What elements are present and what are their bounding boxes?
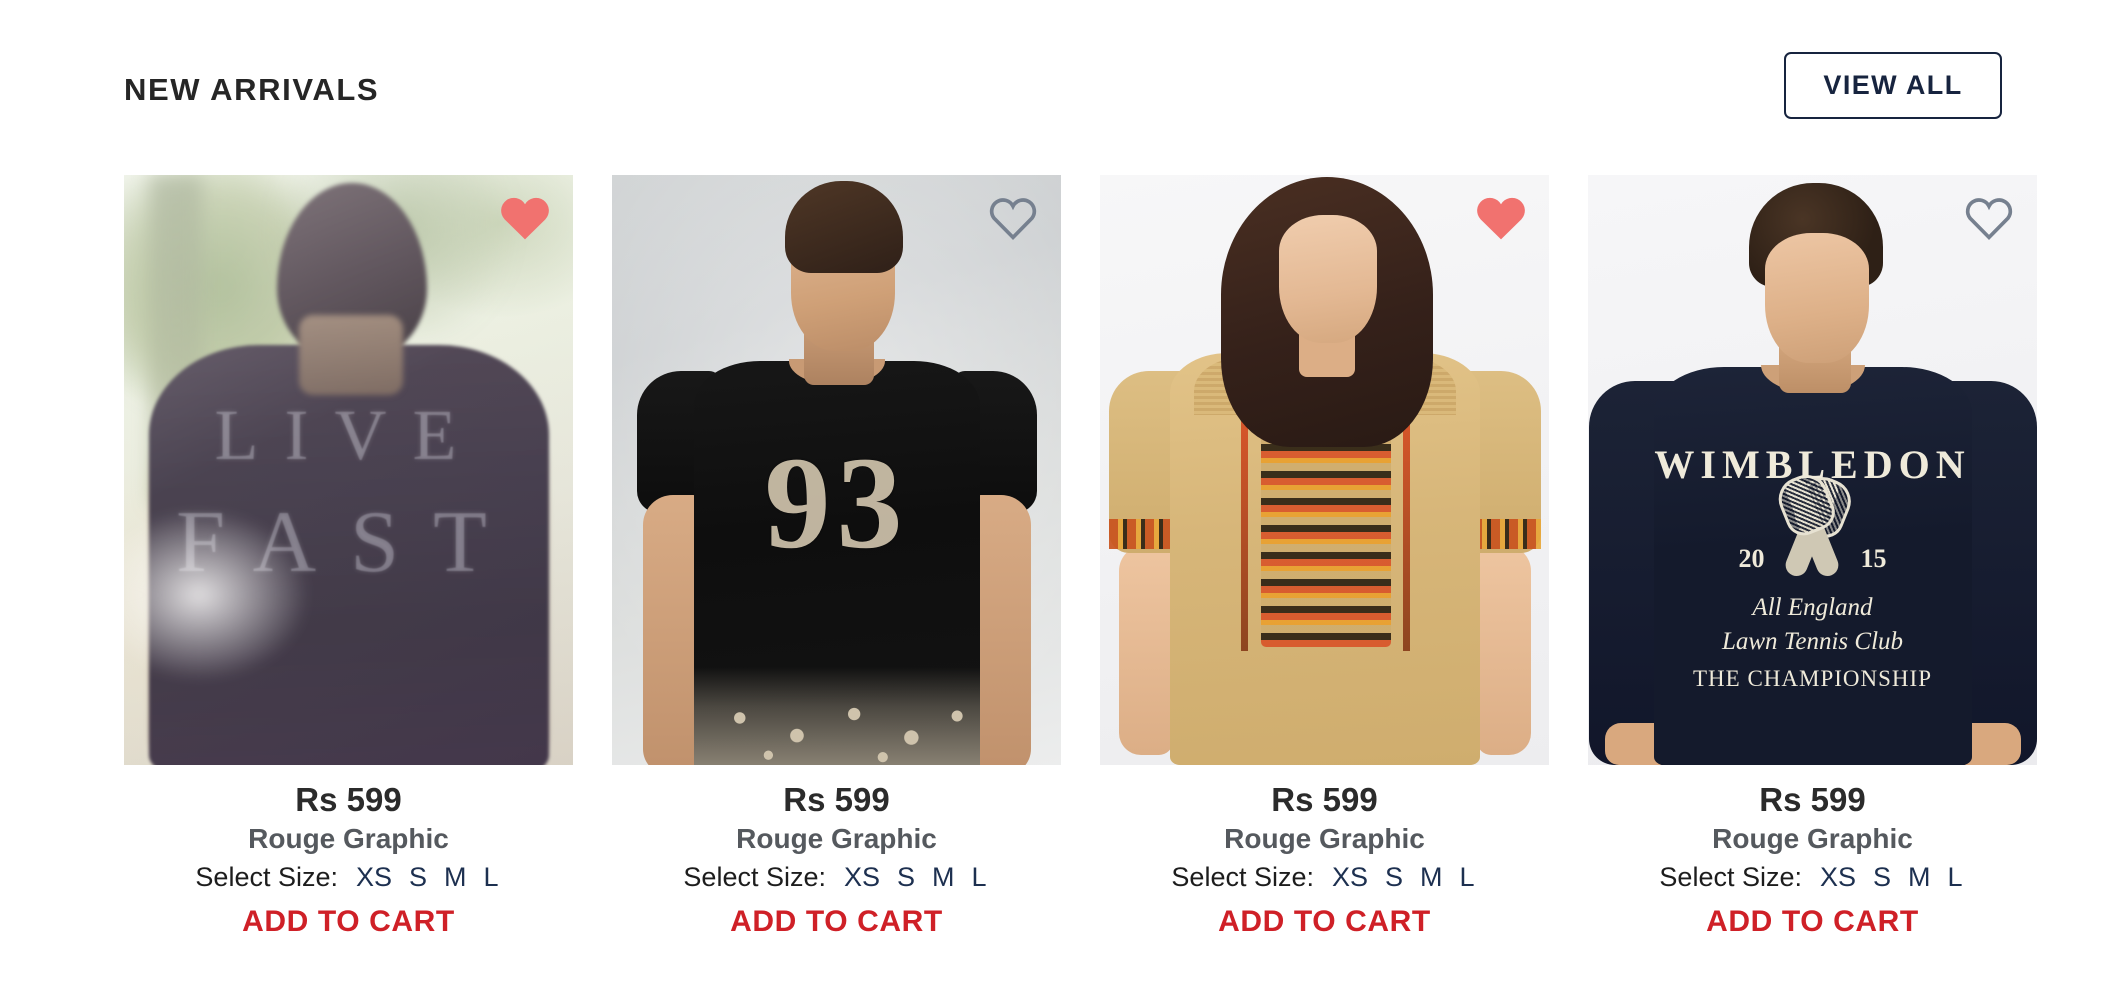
- product-name: Rouge Graphic: [1224, 823, 1425, 854]
- model-hair: [784, 181, 903, 273]
- size-selector-label: Select Size:: [195, 862, 338, 892]
- size-option-m[interactable]: M: [1905, 859, 1934, 895]
- size-option-s[interactable]: S: [406, 859, 430, 895]
- add-to-cart-button[interactable]: ADD TO CART: [1100, 903, 1549, 941]
- product-price: Rs 599: [295, 781, 402, 818]
- image-overlay: [124, 175, 573, 765]
- product-info: Rs 599 Rouge Graphic Select Size: XS S M…: [1100, 765, 1549, 941]
- product-name: Rouge Graphic: [736, 823, 937, 854]
- size-option-s[interactable]: S: [1870, 859, 1894, 895]
- heart-outline-icon[interactable]: [987, 193, 1039, 241]
- size-option-s[interactable]: S: [894, 859, 918, 895]
- add-to-cart-button[interactable]: ADD TO CART: [612, 903, 1061, 941]
- size-selector-label: Select Size:: [1171, 862, 1314, 892]
- product-image[interactable]: 93: [612, 175, 1061, 765]
- size-selector: Select Size: XS S M L: [124, 859, 573, 895]
- model-arm: [1118, 545, 1173, 755]
- heart-filled-icon[interactable]: [1475, 193, 1527, 241]
- product-info: Rs 599 Rouge Graphic Select Size: XS S M…: [612, 765, 1061, 941]
- product-price: Rs 599: [1271, 781, 1378, 818]
- embroidery-panel: [1260, 417, 1391, 647]
- size-option-m[interactable]: M: [929, 859, 958, 895]
- section-header: NEW ARRIVALS VIEW ALL: [124, 52, 2002, 124]
- product-image[interactable]: [1100, 175, 1549, 765]
- embroidery-stripe: [1402, 415, 1410, 651]
- crossed-rackets-icon: [1757, 474, 1869, 583]
- model-face: [1764, 233, 1869, 363]
- embroidery-stripe: [1240, 415, 1248, 651]
- size-option-xs[interactable]: XS: [353, 859, 395, 895]
- size-selector: Select Size: XS S M L: [1100, 859, 1549, 895]
- size-option-s[interactable]: S: [1382, 859, 1406, 895]
- size-selector-label: Select Size:: [1659, 862, 1802, 892]
- add-to-cart-button[interactable]: ADD TO CART: [124, 903, 573, 941]
- size-selector-label: Select Size:: [683, 862, 826, 892]
- product-price: Rs 599: [1759, 781, 1866, 818]
- product-card[interactable]: WIMBLEDON 20 15 All England Lawn Tennis …: [1588, 175, 2037, 941]
- size-selector: Select Size: XS S M L: [1588, 859, 2037, 895]
- size-option-l[interactable]: L: [1945, 859, 1966, 895]
- size-option-xs[interactable]: XS: [841, 859, 883, 895]
- size-option-m[interactable]: M: [1417, 859, 1446, 895]
- add-to-cart-button[interactable]: ADD TO CART: [1588, 903, 2037, 941]
- new-arrivals-section: NEW ARRIVALS VIEW ALL LIVE FAST: [0, 0, 2126, 1002]
- product-grid: LIVE FAST Rs 599 Rouge Graphic Select Si…: [124, 175, 2037, 941]
- tee-graphic-number: 93: [764, 429, 909, 576]
- product-card[interactable]: Rs 599 Rouge Graphic Select Size: XS S M…: [1100, 175, 1549, 941]
- size-option-l[interactable]: L: [969, 859, 990, 895]
- product-name: Rouge Graphic: [1712, 823, 1913, 854]
- product-card[interactable]: 93 Rs 599 Rouge Graphic Select Size: XS …: [612, 175, 1061, 941]
- product-image[interactable]: LIVE FAST: [124, 175, 573, 765]
- size-option-l[interactable]: L: [481, 859, 502, 895]
- heart-outline-icon[interactable]: [1963, 193, 2015, 241]
- size-selector: Select Size: XS S M L: [612, 859, 1061, 895]
- product-card[interactable]: LIVE FAST Rs 599 Rouge Graphic Select Si…: [124, 175, 573, 941]
- heart-filled-icon[interactable]: [499, 193, 551, 241]
- product-price: Rs 599: [783, 781, 890, 818]
- view-all-button[interactable]: VIEW ALL: [1784, 52, 2002, 119]
- paisley-print-decoration: [693, 667, 980, 765]
- size-option-xs[interactable]: XS: [1817, 859, 1859, 895]
- product-info: Rs 599 Rouge Graphic Select Size: XS S M…: [124, 765, 573, 941]
- size-option-l[interactable]: L: [1457, 859, 1478, 895]
- product-info: Rs 599 Rouge Graphic Select Size: XS S M…: [1588, 765, 2037, 941]
- size-option-m[interactable]: M: [441, 859, 470, 895]
- product-image[interactable]: WIMBLEDON 20 15 All England Lawn Tennis …: [1588, 175, 2037, 765]
- size-option-xs[interactable]: XS: [1329, 859, 1371, 895]
- page-title: NEW ARRIVALS: [124, 72, 380, 107]
- model-face: [1278, 215, 1377, 343]
- model-arm: [1476, 545, 1531, 755]
- product-name: Rouge Graphic: [248, 823, 449, 854]
